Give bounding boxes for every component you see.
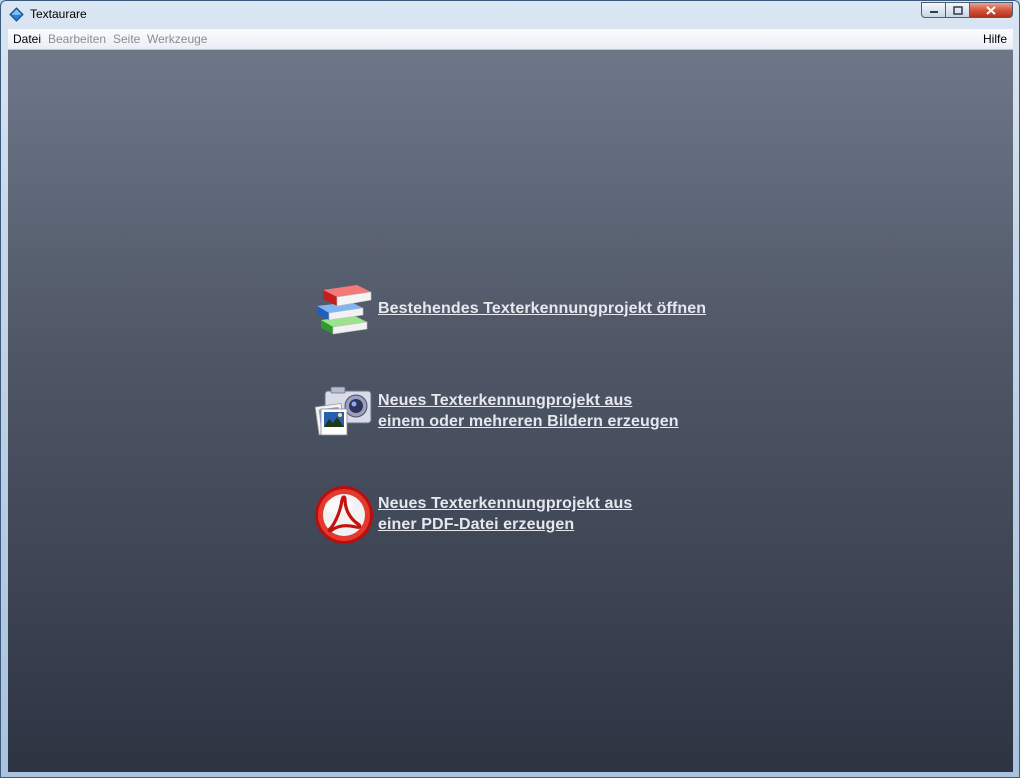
- title-bar[interactable]: Textaurare: [1, 1, 1019, 29]
- new-from-pdf-link[interactable]: Neues Texterkennungprojekt aus einer PDF…: [378, 493, 632, 535]
- maximize-icon: [952, 5, 963, 15]
- new-from-images-action[interactable]: Neues Texterkennungprojekt aus einem ode…: [311, 379, 679, 443]
- new-from-images-link[interactable]: Neues Texterkennungprojekt aus einem ode…: [378, 390, 679, 432]
- window-controls: [921, 2, 1013, 20]
- app-window: Textaurare Datei Bearbeiten Seite Werkze…: [0, 0, 1020, 778]
- app-icon: [9, 7, 24, 22]
- open-project-link[interactable]: Bestehendes Texterkennungprojekt öffnen: [378, 298, 706, 319]
- minimize-button[interactable]: [921, 2, 946, 18]
- close-icon: [986, 5, 996, 15]
- menu-werkzeuge[interactable]: Werkzeuge: [147, 32, 207, 46]
- new-from-pdf-action[interactable]: Neues Texterkennungprojekt aus einer PDF…: [311, 482, 632, 546]
- pdf-icon: [315, 486, 373, 544]
- menu-datei[interactable]: Datei: [13, 32, 41, 46]
- close-button[interactable]: [969, 2, 1013, 18]
- window-title: Textaurare: [30, 7, 87, 21]
- new-from-pdf-line1: Neues Texterkennungprojekt aus: [378, 495, 633, 512]
- start-panel: Bestehendes Texterkennungprojekt öffnen: [8, 50, 1013, 772]
- menu-hilfe[interactable]: Hilfe: [983, 32, 1007, 46]
- books-icon: [317, 285, 372, 335]
- open-project-action[interactable]: Bestehendes Texterkennungprojekt öffnen: [311, 276, 706, 340]
- menu-bar: Datei Bearbeiten Seite Werkzeuge Hilfe: [8, 29, 1013, 50]
- new-from-pdf-line2: einer PDF-Datei erzeugen: [378, 516, 575, 533]
- menu-seite[interactable]: Seite: [113, 32, 140, 46]
- open-project-label: Bestehendes Texterkennungprojekt öffnen: [378, 299, 707, 317]
- new-from-images-line1: Neues Texterkennungprojekt aus: [378, 392, 633, 409]
- new-from-images-line2: einem oder mehreren Bildern erzeugen: [378, 413, 679, 430]
- maximize-button[interactable]: [945, 2, 970, 18]
- camera-photos-icon: [314, 386, 372, 436]
- menu-bearbeiten[interactable]: Bearbeiten: [48, 32, 106, 46]
- minimize-icon: [929, 11, 938, 13]
